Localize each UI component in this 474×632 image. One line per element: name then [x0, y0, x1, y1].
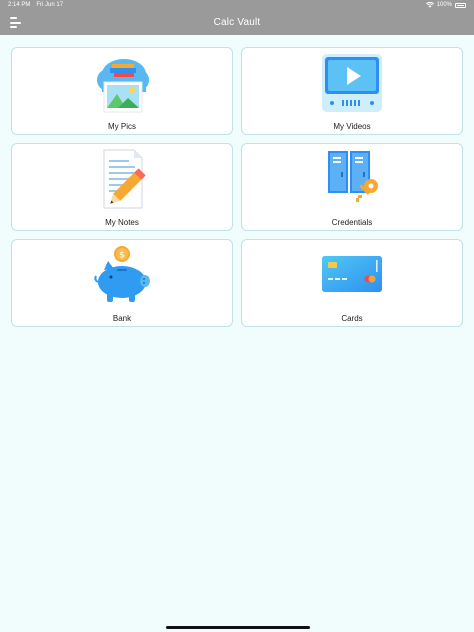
lockers-key-icon [328, 151, 378, 202]
svg-text:$: $ [119, 251, 125, 261]
status-bar: 2:14 PM Fri Jun 17 100% [0, 0, 474, 10]
status-date: Fri Jun 17 [36, 2, 64, 8]
battery-icon [455, 2, 466, 8]
tile-my-pics[interactable]: My Pics [11, 47, 233, 135]
tile-label: My Videos [333, 122, 371, 131]
wifi-icon [425, 2, 434, 8]
tile-cards[interactable]: Cards [241, 239, 463, 327]
hamburger-menu-icon[interactable] [10, 15, 24, 30]
app-screen: 2:14 PM Fri Jun 17 100% Calc Vault My Pi… [0, 0, 474, 632]
status-left: 2:14 PM Fri Jun 17 [8, 2, 63, 8]
tile-label: My Notes [105, 218, 139, 227]
battery-percent: 100% [436, 2, 452, 8]
tile-label: Cards [341, 314, 363, 323]
tile-label: Bank [112, 314, 132, 323]
status-time: 2:14 PM [8, 2, 31, 8]
home-indicator[interactable] [166, 626, 310, 629]
tile-label: Credentials [331, 218, 373, 227]
tile-label: My Pics [108, 122, 136, 131]
tile-my-videos[interactable]: My Videos [241, 47, 463, 135]
credit-card-icon [322, 256, 382, 292]
photos-cloud-icon [97, 59, 149, 113]
vault-grid: My Pics My Videos My Notes Credentials $… [11, 47, 463, 327]
tile-bank[interactable]: $ Bank [11, 239, 233, 327]
notes-pencil-icon [103, 149, 146, 209]
tile-credentials[interactable]: Credentials [241, 143, 463, 231]
piggy-bank-icon: $ [94, 246, 150, 302]
page-title: Calc Vault [213, 17, 261, 28]
video-player-icon [322, 54, 382, 112]
nav-bar: Calc Vault [0, 10, 474, 35]
status-right: 100% [425, 2, 466, 8]
tile-my-notes[interactable]: My Notes [11, 143, 233, 231]
